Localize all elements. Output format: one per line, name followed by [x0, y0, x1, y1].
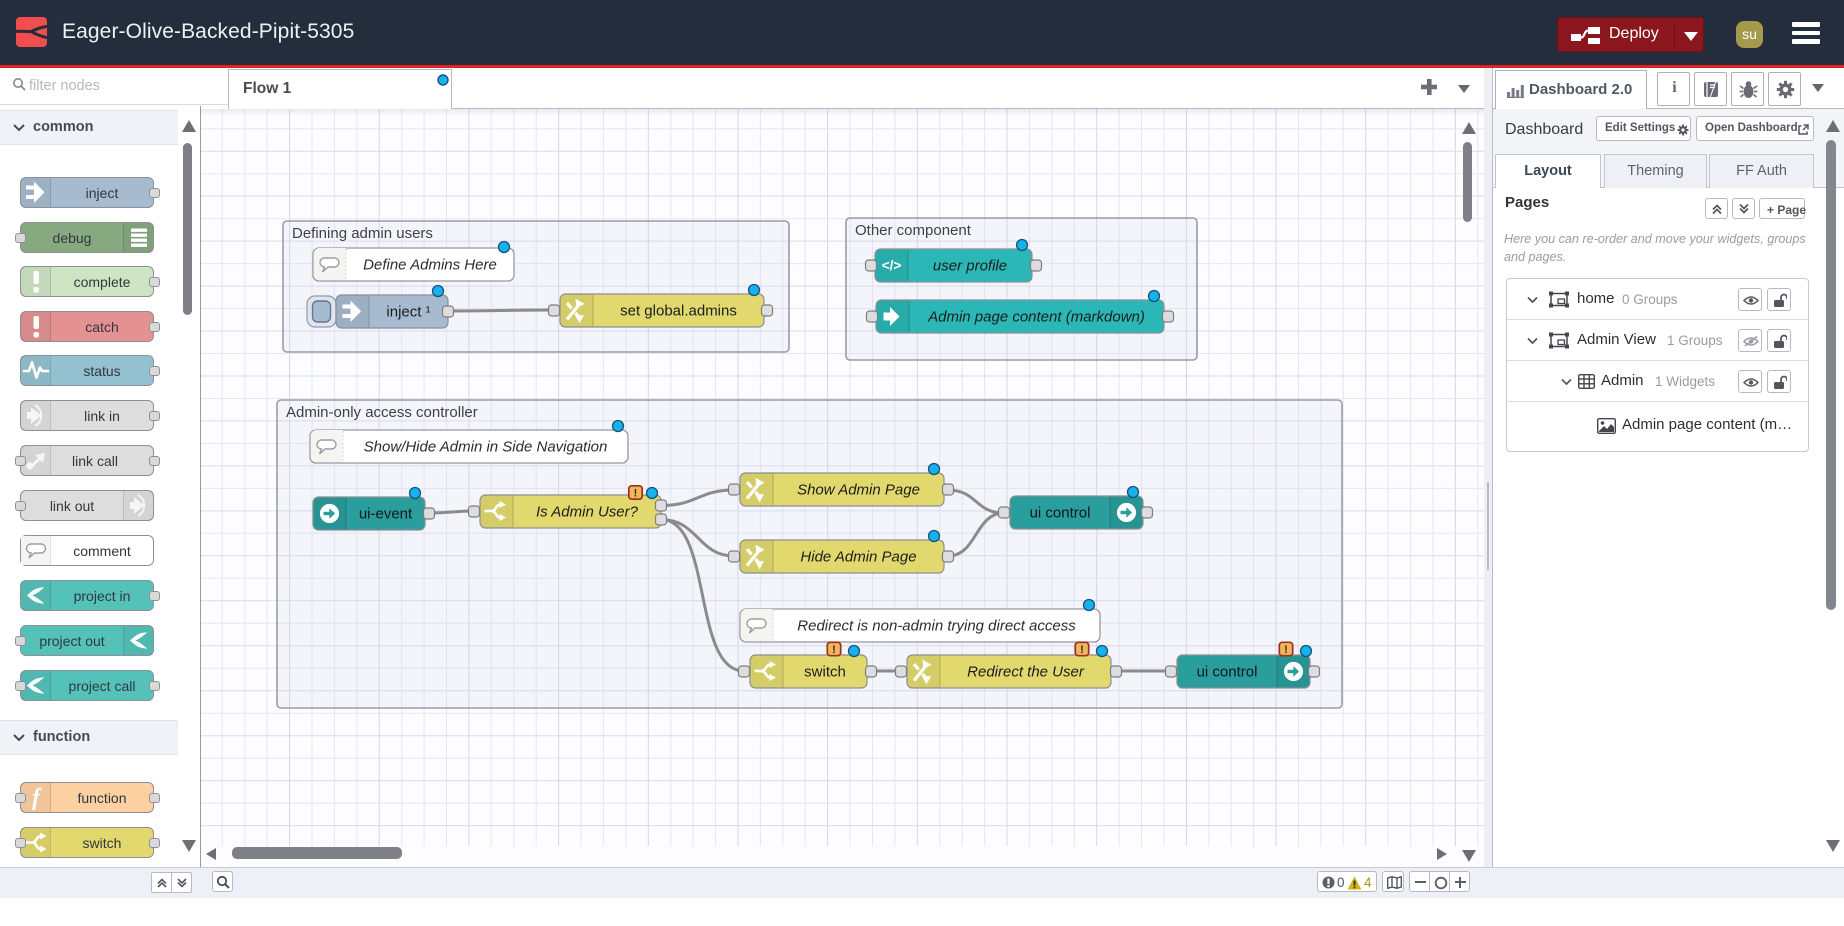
svg-text:Hide Admin Page: Hide Admin Page [800, 549, 916, 566]
svg-text:ui-event: ui-event [359, 506, 413, 523]
svg-text:!: ! [1284, 644, 1288, 656]
svg-text:inject ¹: inject ¹ [386, 304, 430, 321]
svg-text:set global.admins: set global.admins [620, 303, 737, 320]
svg-text:Other component: Other component [855, 222, 972, 239]
svg-text:switch: switch [804, 664, 846, 681]
svg-text:user profile: user profile [933, 258, 1007, 275]
svg-text:Show Admin Page: Show Admin Page [797, 482, 920, 499]
svg-text:Admin-only access controller: Admin-only access controller [286, 404, 478, 421]
svg-text:Define Admins Here: Define Admins Here [363, 257, 497, 274]
svg-text:ui control: ui control [1030, 505, 1091, 522]
svg-text:</>: </> [882, 258, 902, 273]
svg-text:Admin page content (markdown): Admin page content (markdown) [927, 309, 1145, 326]
svg-text:Redirect the User: Redirect the User [967, 664, 1085, 681]
svg-text:Redirect is non-admin trying d: Redirect is non-admin trying direct acce… [797, 618, 1076, 635]
svg-text:!: ! [634, 488, 638, 500]
svg-text:Show/Hide Admin in Side Naviga: Show/Hide Admin in Side Navigation [364, 439, 608, 456]
svg-text:!: ! [1080, 644, 1084, 656]
svg-text:!: ! [832, 644, 836, 656]
svg-text:ui control: ui control [1197, 664, 1258, 681]
svg-text:Defining admin users: Defining admin users [292, 225, 433, 242]
svg-text:Is Admin User?: Is Admin User? [536, 504, 639, 521]
